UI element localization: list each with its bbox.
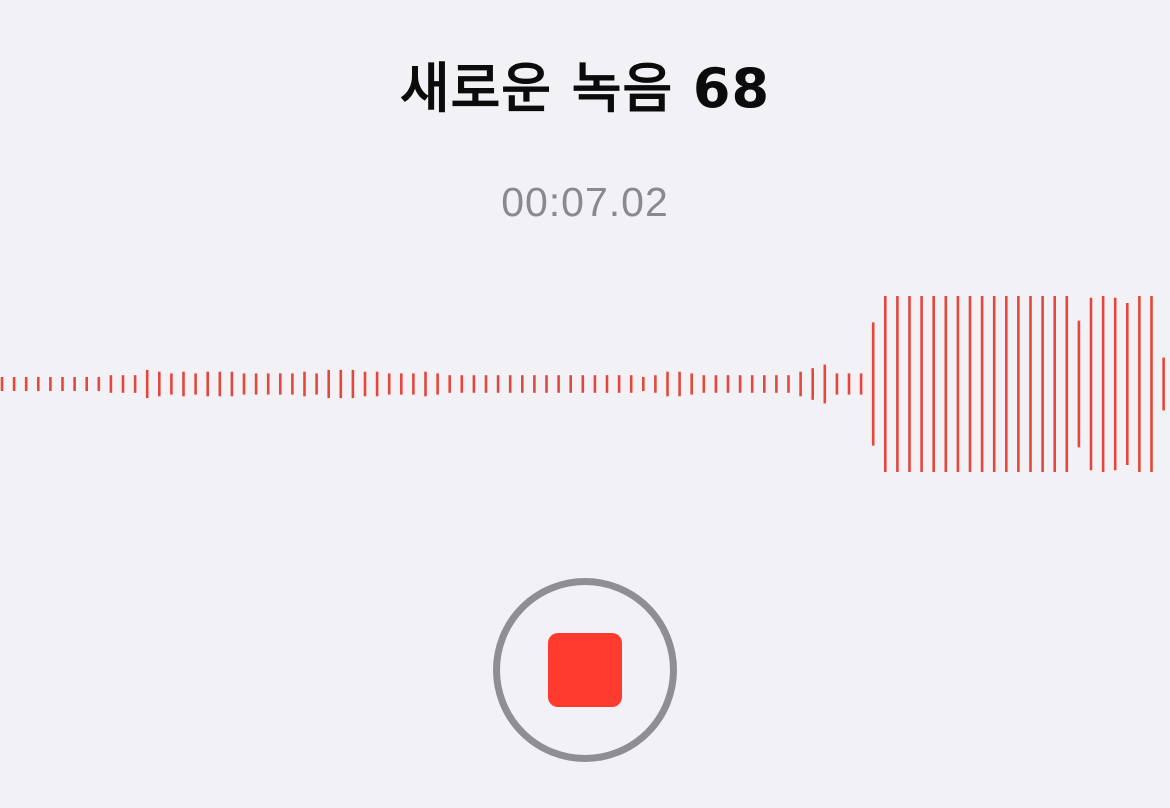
- stop-recording-button[interactable]: [493, 578, 677, 762]
- audio-waveform: [0, 296, 1165, 472]
- recording-title: 새로운 녹음 68: [399, 57, 771, 120]
- elapsed-time: 00:07.02: [501, 179, 669, 225]
- stop-icon: [548, 633, 622, 707]
